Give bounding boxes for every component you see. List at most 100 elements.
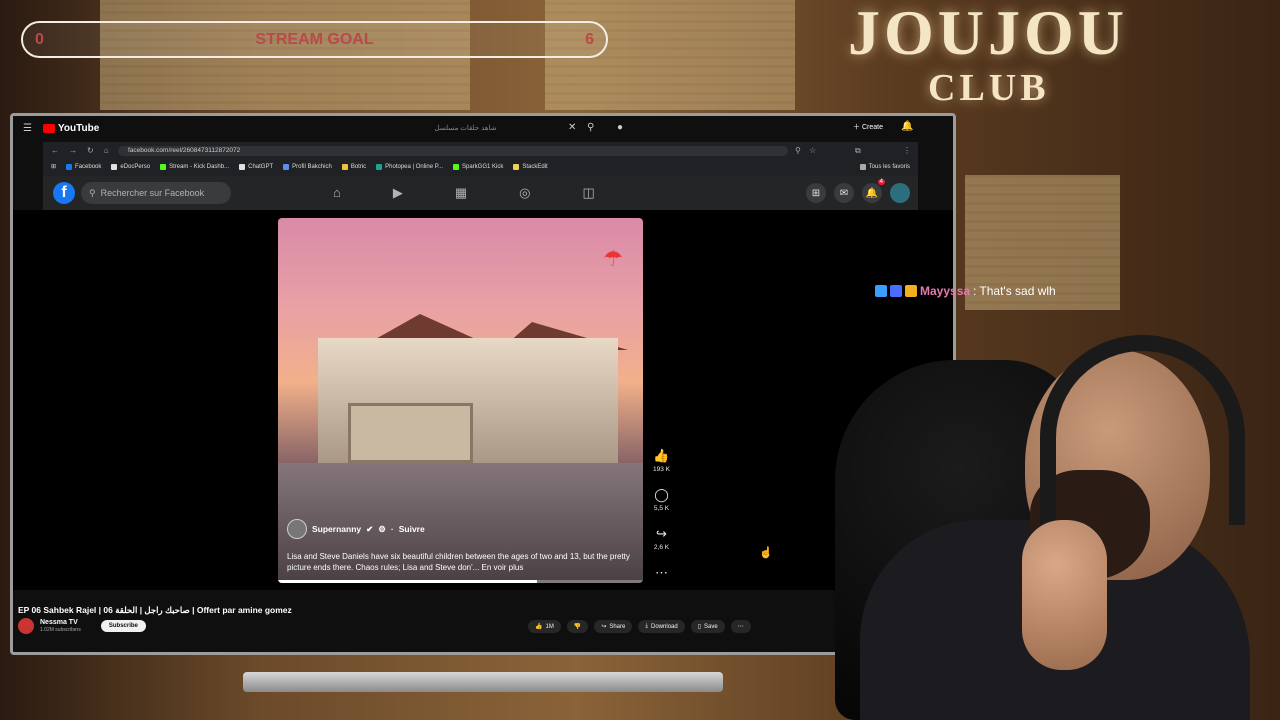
reel-video[interactable]: ☂ Supernanny ✔ ⚙ · Suivre Lisa and Steve… bbox=[278, 218, 643, 583]
share-label: Share bbox=[609, 623, 626, 630]
bookmark-label: ChatGPT bbox=[248, 163, 274, 170]
like-button[interactable]: 👍 193 K bbox=[653, 448, 670, 473]
zoom-icon[interactable]: ⚲ bbox=[795, 146, 801, 155]
follow-button[interactable]: Suivre bbox=[399, 524, 425, 534]
video-like-button[interactable]: 👍 1M bbox=[528, 620, 561, 633]
channel-avatar[interactable] bbox=[18, 618, 34, 634]
bookmark-icon bbox=[341, 163, 348, 170]
notifications-icon[interactable]: 🔔 bbox=[901, 121, 913, 132]
tv-stand bbox=[243, 672, 723, 692]
youtube-search-input[interactable]: شاهد حلقات مسلسل bbox=[348, 120, 583, 136]
facebook-icon bbox=[66, 163, 73, 170]
photopea-icon bbox=[376, 163, 383, 170]
facebook-nav-tabs: ⌂ ▶ ▦ ◎ ◫ bbox=[333, 185, 595, 201]
facebook-account-controls: ⊞ ✉ 🔔 4 bbox=[806, 179, 910, 203]
browser-menu-icon[interactable]: ⋮ bbox=[903, 146, 911, 155]
bookmark-edocperso[interactable]: eDocPerso bbox=[111, 163, 150, 170]
comment-count: 5,5 K bbox=[653, 505, 670, 512]
more-icon: ⋯ bbox=[655, 565, 668, 580]
chat-username: Mayyssa bbox=[920, 284, 971, 298]
goal-current: 0 bbox=[35, 30, 44, 48]
share-count: 2,6 K bbox=[653, 544, 670, 551]
dislike-icon: 👎 bbox=[573, 624, 582, 630]
channel-name[interactable]: Nessma TV bbox=[40, 619, 81, 627]
video-save-button[interactable]: ▯ Save bbox=[690, 620, 725, 633]
author-avatar[interactable] bbox=[287, 519, 307, 539]
youtube-play-icon bbox=[43, 123, 55, 133]
search-icon[interactable]: ⚲ bbox=[587, 122, 594, 133]
notifications-icon[interactable]: 🔔 4 bbox=[862, 179, 885, 203]
create-button[interactable]: ＋ Create bbox=[853, 122, 883, 132]
back-icon[interactable]: ← bbox=[51, 146, 59, 155]
download-label: Download bbox=[651, 623, 678, 630]
like-count: 193 K bbox=[653, 466, 670, 473]
facebook-search-placeholder: Rechercher sur Facebook bbox=[100, 188, 205, 198]
create-label: Create bbox=[861, 124, 883, 131]
all-bookmarks[interactable]: Tous les favoris bbox=[859, 163, 910, 170]
comment-icon: ◯ bbox=[654, 487, 669, 502]
bookmark-facebook[interactable]: Facebook bbox=[66, 163, 102, 170]
browser-toolbar: ← → ↻ ⌂ facebook.com/reel/26084731128720… bbox=[43, 142, 918, 159]
reload-icon[interactable]: ↻ bbox=[87, 146, 94, 155]
reel-progress-fill bbox=[278, 580, 538, 583]
home-icon[interactable]: ⌂ bbox=[333, 185, 341, 201]
share-button[interactable]: ↪ 2,6 K bbox=[654, 526, 669, 551]
bookmark-chatgpt[interactable]: ChatGPT bbox=[239, 163, 274, 170]
profile-avatar[interactable] bbox=[890, 183, 910, 203]
marketplace-icon[interactable]: ▦ bbox=[455, 185, 467, 201]
youtube-logo[interactable]: YouTube bbox=[43, 123, 99, 134]
bookmark-kick-dashboard[interactable]: Stream - Kick Dashb... bbox=[160, 163, 230, 170]
menu-icon[interactable]: ☰ bbox=[23, 123, 32, 134]
bookmark-label: Stream - Kick Dashb... bbox=[169, 163, 230, 170]
save-label: Save bbox=[704, 623, 718, 630]
clear-icon[interactable]: ✕ bbox=[568, 122, 576, 133]
groups-icon[interactable]: ◎ bbox=[519, 185, 530, 201]
bookmark-label: StackEdit bbox=[522, 163, 548, 170]
bookmark-stackedit[interactable]: StackEdit bbox=[513, 163, 548, 170]
address-bar[interactable]: facebook.com/reel/2608473112872072 bbox=[118, 146, 788, 156]
menu-grid-icon[interactable]: ⊞ bbox=[806, 183, 826, 203]
badge-icon bbox=[875, 285, 887, 297]
tv-screen: ☰ YouTube شاهد حلقات مسلسل ✕ ⚲ ● ＋ Creat… bbox=[10, 113, 956, 655]
youtube-topbar: ☰ YouTube شاهد حلقات مسلسل ✕ ⚲ ● ＋ Creat… bbox=[13, 116, 953, 140]
supernanny-logo-icon: ☂ bbox=[603, 246, 623, 271]
bookmark-sparkgg1-kick[interactable]: SparkGG1 Kick bbox=[452, 163, 504, 170]
bookmark-profil-bakchich[interactable]: Profil Bakchich bbox=[283, 163, 332, 170]
kick-icon bbox=[160, 163, 167, 170]
video-icon[interactable]: ▶ bbox=[393, 185, 403, 201]
video-title: EP 06 Sahbek Rajel | صاحبك راجل | الحلقة… bbox=[18, 605, 292, 615]
extensions-icon[interactable]: ⧉ bbox=[855, 146, 861, 156]
share-icon: ↪ bbox=[656, 526, 667, 541]
streamer-hand bbox=[1022, 520, 1107, 670]
chat-separator: : bbox=[973, 284, 977, 298]
facebook-navbar: f ⚲ Rechercher sur Facebook ⌂ ▶ ▦ ◎ ◫ ⊞ ✉… bbox=[43, 176, 918, 210]
mic-icon[interactable]: ● bbox=[617, 122, 623, 133]
more-button[interactable]: ⋯ bbox=[655, 565, 668, 581]
reel-author: Supernanny ✔ ⚙ · Suivre bbox=[287, 519, 425, 539]
bookmark-label: Facebook bbox=[75, 163, 102, 170]
bookmark-star-icon[interactable]: ☆ bbox=[809, 146, 816, 155]
video-download-button[interactable]: ⤓ Download bbox=[638, 620, 685, 633]
author-name[interactable]: Supernanny bbox=[312, 524, 361, 534]
bookmark-label: Photopea | Online P... bbox=[385, 163, 443, 170]
bookmark-botric[interactable]: Botric bbox=[341, 163, 366, 170]
subscribe-button[interactable]: Subscribe bbox=[100, 620, 146, 632]
comment-button[interactable]: ◯ 5,5 K bbox=[654, 487, 669, 512]
like-icon: 👍 bbox=[653, 448, 670, 463]
search-icon: ⚲ bbox=[89, 187, 96, 198]
forward-icon[interactable]: → bbox=[69, 146, 77, 155]
video-dislike-button[interactable]: 👎 bbox=[566, 620, 589, 633]
home-icon[interactable]: ⌂ bbox=[104, 146, 109, 155]
apps-icon[interactable]: ⊞ bbox=[51, 163, 56, 170]
bookmark-label: SparkGG1 Kick bbox=[461, 163, 504, 170]
facebook-search-input[interactable]: ⚲ Rechercher sur Facebook bbox=[81, 182, 231, 204]
youtube-logo-text: YouTube bbox=[58, 122, 100, 134]
gaming-icon[interactable]: ◫ bbox=[583, 185, 595, 201]
facebook-logo-icon[interactable]: f bbox=[53, 182, 75, 204]
video-share-button[interactable]: ↪ Share bbox=[594, 620, 633, 633]
bookmark-photopea[interactable]: Photopea | Online P... bbox=[376, 163, 443, 170]
messenger-icon[interactable]: ✉ bbox=[834, 183, 854, 203]
video-more-button[interactable]: ⋯ bbox=[730, 620, 751, 633]
reel-progress-bar[interactable] bbox=[278, 580, 643, 583]
browser-window: ← → ↻ ⌂ facebook.com/reel/26084731128720… bbox=[43, 142, 918, 210]
